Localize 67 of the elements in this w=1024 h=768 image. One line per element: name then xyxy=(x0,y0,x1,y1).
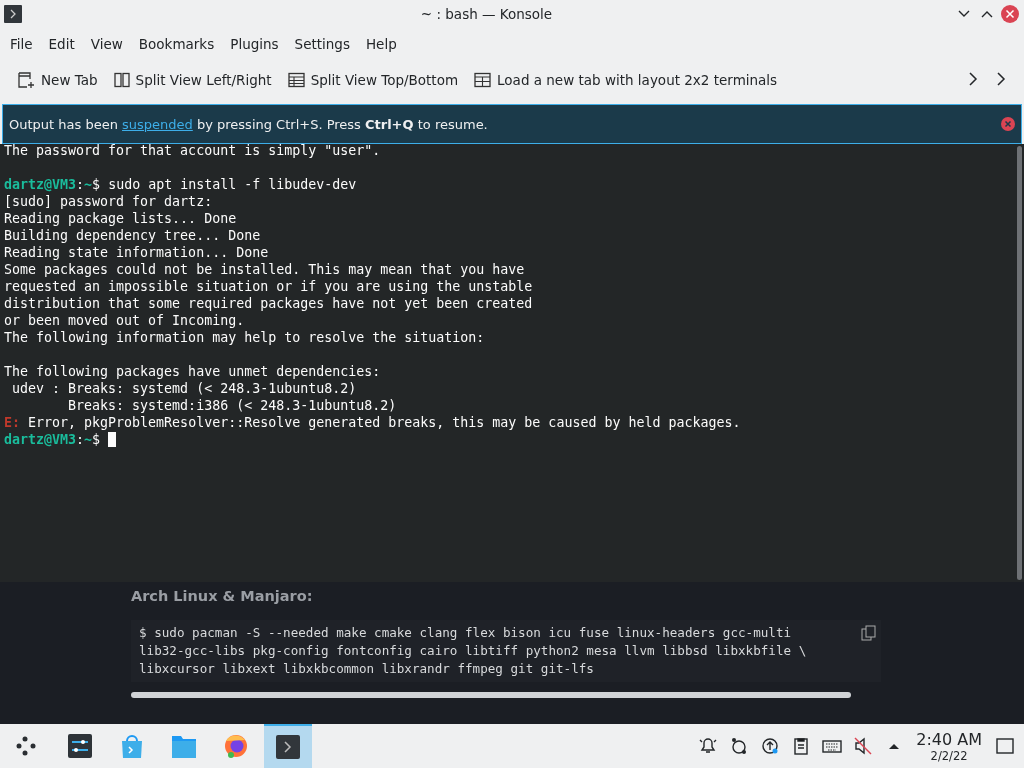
terminal-command: sudo apt install -f libudev-dev xyxy=(108,177,357,192)
horizontal-scrollbar[interactable] xyxy=(131,692,851,698)
clipboard-icon[interactable] xyxy=(794,738,808,755)
chevron-up-icon xyxy=(981,10,993,18)
terminal-icon xyxy=(276,735,300,759)
shopping-bag-icon xyxy=(122,735,142,758)
clock[interactable]: 2:40 AM 2/2/22 xyxy=(916,729,982,763)
terminal-line: The following information may help to resolve the situation: xyxy=(4,329,486,346)
terminal-line: distribution that some required packages have not yet been created xyxy=(4,295,534,312)
toolbar-button[interactable]: New Tab xyxy=(10,67,105,93)
split-rows-icon xyxy=(287,72,305,88)
scrollbar[interactable] xyxy=(1016,146,1022,580)
suspended-message: Output has been suspended by pressing Ctrl+S. Press Ctrl+Q to resume. xyxy=(9,116,489,132)
toolbar-button[interactable]: Split View Left/Right xyxy=(106,68,279,92)
new-tab-icon xyxy=(17,71,35,89)
show-desktop-icon[interactable] xyxy=(996,737,1014,755)
section-heading: Arch Linux & Manjaro: xyxy=(131,588,314,604)
menu-item[interactable]: View xyxy=(82,32,131,56)
bell-icon[interactable] xyxy=(699,738,717,753)
chevron-right-icon xyxy=(968,70,978,87)
menu-item[interactable]: Plugins xyxy=(222,32,287,56)
terminal-line: or been moved out of Incoming. xyxy=(4,312,246,329)
close-icon[interactable] xyxy=(1001,117,1015,131)
terminal-prompt: dartz@VM3:~$ xyxy=(4,432,102,447)
terminal-line: requested an impossible situation or if you are using the unstable xyxy=(4,278,534,295)
code-line: $ sudo pacman -S --needed make cmake clang flex bison icu fuse linux-headers gcc-multi xyxy=(139,624,792,642)
terminal-line: Reading state information... Done xyxy=(4,244,270,261)
menu-item[interactable]: Settings xyxy=(286,32,358,56)
terminal-line: udev : Breaks: systemd (< 248.3-1ubuntu8.2) xyxy=(11,380,358,397)
expand-arrow-icon[interactable] xyxy=(889,744,900,749)
split-columns-icon xyxy=(113,72,130,88)
folder-icon xyxy=(172,736,196,758)
terminal-line: The following packages have unmet dependencies: xyxy=(4,363,382,380)
grid-icon xyxy=(474,72,492,88)
chevron-right-icon xyxy=(996,70,1006,87)
menu-item[interactable]: Bookmarks xyxy=(130,32,223,56)
window-title: ~ : bash — Konsole xyxy=(419,6,554,22)
network-icon[interactable] xyxy=(732,738,747,754)
muted-speaker-icon[interactable] xyxy=(854,737,872,755)
menu-item[interactable]: File xyxy=(2,32,41,56)
update-icon[interactable] xyxy=(762,738,778,754)
clock-time: 2:40 AM xyxy=(916,729,982,749)
launcher-icon xyxy=(16,736,36,756)
chevron-down-icon xyxy=(958,10,970,18)
close-button[interactable] xyxy=(1000,4,1020,24)
menu-item[interactable]: Help xyxy=(357,32,405,56)
terminal-icon xyxy=(4,5,22,23)
code-line: lib32-gcc-libs pkg-config fontconfig cairo libtiff python2 mesa llvm libbsd libxkbfile \ xyxy=(139,642,807,660)
code-line: libxcursor libxext libxkbcommon libxrandr ffmpeg git git-lfs xyxy=(139,660,594,678)
terminal-line: Some packages could not be installed. This may mean that you have xyxy=(4,261,526,278)
terminal-line: The password for that account is simply "user". xyxy=(4,144,382,159)
terminal-line: E: Error, pkgProblemResolver::Resolve generated breaks, this may be caused by held packages. xyxy=(4,414,742,431)
menu-item[interactable]: Edit xyxy=(40,32,83,56)
clock-date: 2/2/22 xyxy=(930,748,968,763)
toolbar-button[interactable]: Split View Top/Bottom xyxy=(280,68,466,92)
taskbar-app[interactable] xyxy=(264,724,312,768)
browser-icon xyxy=(225,735,247,758)
terminal-line: Breaks: systemd:i386 (< 248.3-1ubuntu8.2) xyxy=(67,397,398,414)
terminal-line: Building dependency tree... Done xyxy=(4,227,262,244)
keyboard-icon[interactable] xyxy=(822,740,842,753)
sliders-icon xyxy=(68,734,92,758)
terminal-line: [sudo] password for dartz: xyxy=(4,193,214,210)
suspended-link[interactable]: suspended xyxy=(122,116,193,132)
toolbar-button[interactable]: Load a new tab with layout 2x2 terminals xyxy=(467,68,785,92)
terminal-line: Reading package lists... Done xyxy=(4,210,238,227)
copy-icon[interactable] xyxy=(861,625,877,641)
terminal-prompt: dartz@VM3:~$ xyxy=(4,177,102,192)
